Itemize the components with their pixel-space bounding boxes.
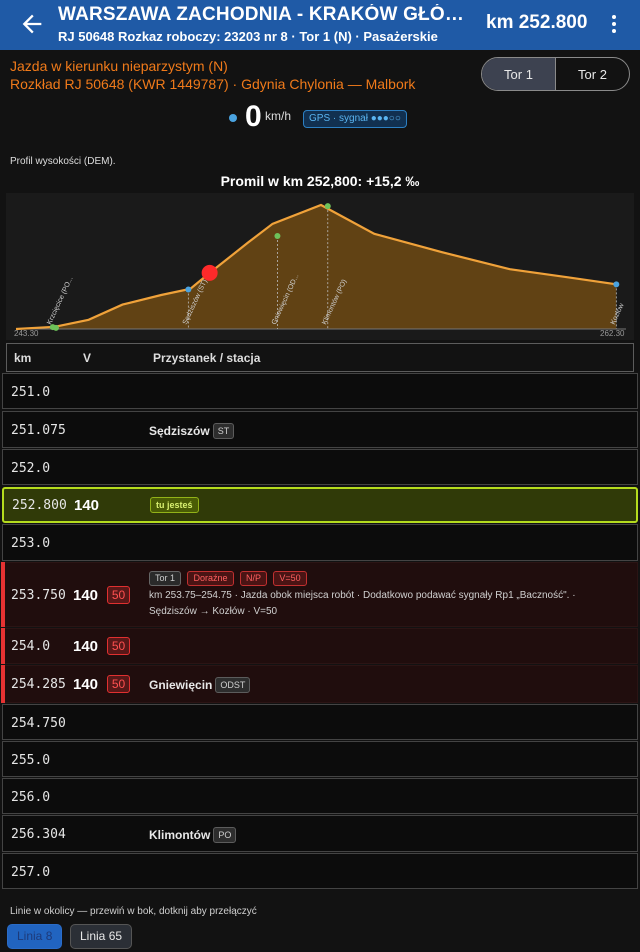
- current-km-display: km 252.800: [486, 12, 588, 33]
- speed-tag: V=50: [273, 571, 307, 586]
- speed-limit-badge: 50: [107, 675, 130, 693]
- temporary-tag: Doraźne: [187, 571, 234, 586]
- table-row[interactable]: 256.0: [2, 778, 638, 814]
- table-row[interactable]: 253.0: [2, 524, 638, 561]
- table-row[interactable]: 256.304 Klimontów PO: [2, 815, 638, 852]
- row-km: 253.0: [11, 536, 51, 551]
- restriction-row[interactable]: 253.750 140 50 Tor 1 Doraźne N/P V=50 km…: [1, 562, 638, 627]
- track-toggle: Tor 1 Tor 2: [481, 57, 630, 91]
- column-speed: V: [83, 351, 92, 365]
- table-row[interactable]: 251.0: [2, 373, 638, 409]
- max-elevation-label: 262.30: [600, 329, 625, 338]
- row-km: 254.0: [11, 639, 51, 654]
- restriction-row[interactable]: 254.0 140 50: [1, 628, 638, 664]
- row-km: 257.0: [11, 865, 51, 880]
- station-marker: [324, 203, 331, 210]
- station-marker: [613, 281, 620, 288]
- line-8-chip[interactable]: Linia 8: [7, 924, 63, 949]
- min-elevation-label: 243.30: [14, 329, 39, 338]
- station-label: Krzcięcice (PO...: [46, 276, 74, 326]
- timetable-info: Rozkład RJ 50648 (KWR 1449787) · Gdynia …: [10, 76, 416, 92]
- nearby-lines-hint: Linie w okolicy — przewiń w bok, dotknij…: [10, 906, 257, 917]
- stop-type-badge: ODST: [215, 677, 251, 693]
- speed-indicator-dot: [229, 114, 237, 122]
- gps-status-badge: GPS · sygnał ●●●○○: [303, 110, 407, 128]
- direction-tag: N/P: [239, 571, 267, 586]
- profile-area: [16, 205, 617, 329]
- table-header: km V Przystanek / stacja: [6, 343, 634, 372]
- track-1-button[interactable]: Tor 1: [482, 58, 555, 90]
- table-row[interactable]: 251.075 Sędziszów ST: [2, 411, 638, 448]
- row-speed: 140: [73, 587, 99, 604]
- row-km: 254.285: [11, 677, 66, 692]
- row-speed: 140: [73, 676, 99, 693]
- table-row[interactable]: 257.0: [2, 853, 638, 889]
- start-marker: [53, 324, 59, 331]
- current-position-marker: [201, 264, 218, 281]
- stop-name: Klimontów PO: [149, 827, 237, 843]
- you-are-here-badge: tu jesteś: [150, 497, 199, 513]
- speed-value: 0: [245, 100, 262, 133]
- restriction-note: km 253.75–254.75 · Jazda obok miejsca ro…: [149, 590, 576, 601]
- column-stop: Przystanek / stacja: [153, 351, 261, 365]
- speed-limit-badge: 50: [107, 637, 130, 655]
- row-km: 253.750: [11, 588, 66, 603]
- row-km: 255.0: [11, 753, 51, 768]
- row-speed: 140: [73, 638, 99, 655]
- train-subtitle: RJ 50648 Rozkaz roboczy: 23203 nr 8 · To…: [58, 29, 438, 44]
- row-km: 256.0: [11, 790, 51, 805]
- row-km: 251.0: [11, 385, 51, 400]
- table-row[interactable]: 254.750: [2, 704, 638, 740]
- dem-label: Profil wysokości (DEM).: [10, 156, 116, 167]
- stop-name: Sędziszów ST: [149, 423, 235, 439]
- route-title: WARSZAWA ZACHODNIA - KRAKÓW GŁÓWNY · PRZ…: [58, 4, 474, 25]
- gradient-readout: Promil w km 252,800: +15,2 ‰: [220, 173, 420, 189]
- speed-limit-badge: 50: [107, 586, 130, 604]
- row-speed: 140: [74, 497, 100, 514]
- line-65-chip[interactable]: Linia 65: [70, 924, 133, 949]
- station-marker: [185, 286, 192, 293]
- back-arrow-icon[interactable]: [18, 10, 46, 38]
- row-km: 256.304: [11, 827, 66, 842]
- row-km: 254.750: [11, 716, 66, 731]
- table-row[interactable]: 255.0: [2, 741, 638, 777]
- elevation-profile-chart: Krzcięcice (PO... Sędziszów (ST) Gniewięci…: [14, 203, 626, 338]
- stop-type-badge: ST: [212, 423, 235, 439]
- track-2-button[interactable]: Tor 2: [555, 58, 629, 90]
- speed-unit: km/h: [265, 109, 292, 123]
- direction-info: Jazda w kierunku nieparzystym (N): [10, 58, 228, 74]
- current-position-row[interactable]: 252.800 140 tu jesteś: [2, 487, 638, 523]
- row-km: 251.075: [11, 423, 66, 438]
- station-marker: [274, 233, 281, 239]
- row-km: 252.800: [12, 498, 67, 513]
- row-km: 252.0: [11, 461, 51, 476]
- column-km: km: [14, 351, 32, 365]
- restriction-details: Tor 1 Doraźne N/P V=50 km 253.75–254.75 …: [149, 568, 629, 620]
- restriction-row[interactable]: 254.285 140 50 Gniewięcin ODST: [1, 665, 638, 703]
- restriction-section: Sędziszów → Kozłów · V=50: [149, 606, 278, 617]
- track-tag: Tor 1: [149, 571, 182, 586]
- more-options-icon[interactable]: [606, 12, 622, 36]
- stop-type-badge: PO: [213, 827, 237, 843]
- app-bar: WARSZAWA ZACHODNIA - KRAKÓW GŁÓWNY · PRZ…: [0, 0, 640, 50]
- elevation-profile: Krzcięcice (PO... Sędziszów (ST) Gniewięci…: [6, 193, 634, 340]
- table-row[interactable]: 252.0: [2, 449, 638, 485]
- stop-name: Gniewięcin ODST: [149, 677, 251, 693]
